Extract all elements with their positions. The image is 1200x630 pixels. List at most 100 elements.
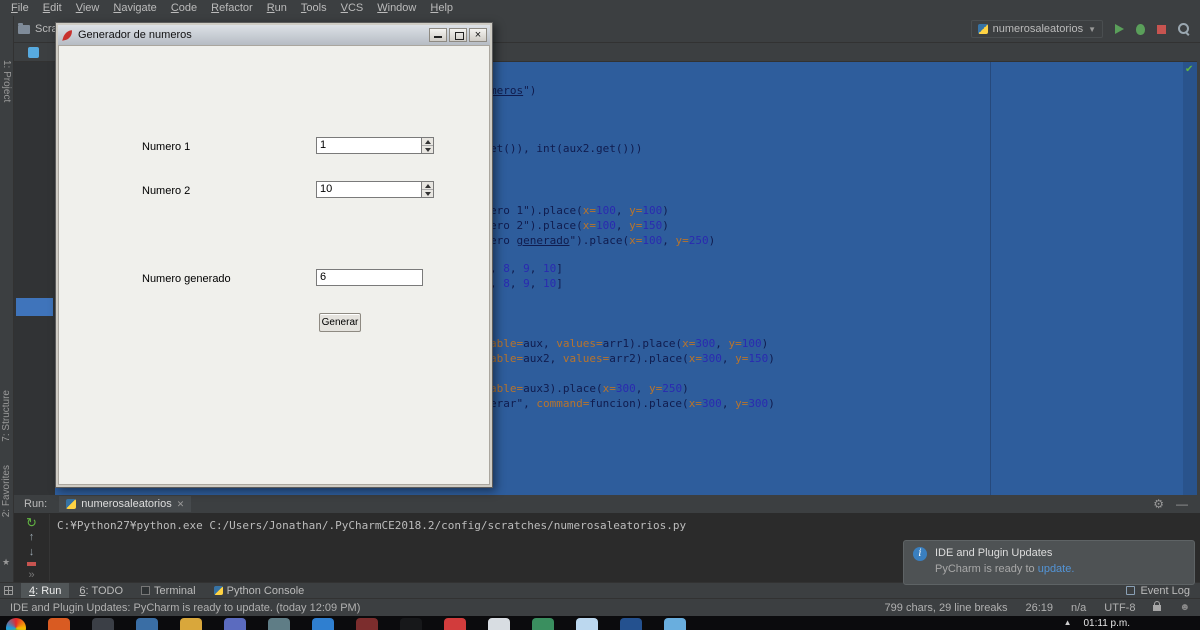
taskbar-icon-start-orb[interactable] [6,618,26,630]
update-link[interactable]: update. [1038,563,1075,575]
spin-down-icon[interactable] [422,190,433,197]
search-icon[interactable] [1178,23,1190,35]
menu-item-tools[interactable]: Tools [294,2,334,14]
taskbar-icon-pycharm[interactable] [532,618,554,630]
tool-button-project[interactable]: 1: Project [1,60,12,102]
generar-button[interactable]: Generar [319,313,361,332]
lock-icon[interactable] [1153,600,1162,611]
menu-item-refactor[interactable]: Refactor [204,2,260,14]
taskbar-icon-opera[interactable] [444,618,466,630]
taskbar-icon-app-azure[interactable] [312,618,334,630]
tool-button-python-console[interactable]: Python Console [206,583,313,599]
taskbar-icon-firefox[interactable] [48,618,70,630]
taskbar-icon-app-sky[interactable] [576,618,598,630]
taskbar-icon-app-lightblue[interactable] [664,618,686,630]
editor-scrollbar[interactable]: ✔ [1183,62,1197,495]
taskbar-icon-app-blue[interactable] [136,618,158,630]
taskbar-icon-app-dark[interactable] [92,618,114,630]
scratch-file-icon[interactable] [28,47,39,58]
code-line: able=aux3).place(x=300, y=250) [490,382,689,395]
debug-button[interactable] [1136,23,1145,35]
notification-body: PyCharm is ready to update. [935,563,1074,575]
event-log-label: Event Log [1140,584,1190,597]
tool-button-6-todo[interactable]: 6: TODO [71,583,131,599]
menu-item-edit[interactable]: Edit [36,2,69,14]
tk-window: Generador de numeros × Numero 1 1 Numero… [55,22,493,488]
taskbar-icon-word[interactable] [224,618,246,630]
spin-up-icon[interactable] [422,138,433,146]
event-log-button[interactable]: Event Log [1126,585,1190,597]
run-tab-label: numerosaleatorios [81,498,172,510]
tk-feather-icon [62,29,72,41]
spinbox-arrows [421,138,433,153]
bottom-tabs: 4: Run 6: TODO Terminal Python Console [21,582,313,599]
menu-item-view[interactable]: View [69,2,107,14]
spin-down-icon[interactable] [422,146,433,153]
taskbar-icon-app-gray[interactable] [268,618,290,630]
rerun-icon[interactable]: ↻ [26,516,37,529]
run-config-icon [977,24,988,34]
tool-windows-icon[interactable] [4,586,13,595]
menu-item-vcs[interactable]: VCS [334,2,371,14]
spin-up-icon[interactable] [422,182,433,190]
down-arrow-icon[interactable]: ↓ [29,547,35,558]
status-item-3[interactable]: UTF-8 [1104,602,1135,614]
close-button[interactable]: × [469,28,487,42]
notification-balloon[interactable]: i IDE and Plugin Updates PyCharm is read… [903,540,1195,585]
gear-icon[interactable]: ⚙ [1153,497,1164,511]
run-config-label: numerosaleatorios [992,23,1084,35]
tool-button-favorites[interactable]: 2: Favorites [1,465,12,517]
tool-button-4-run[interactable]: 4: Run [21,582,70,599]
taskbar-clock[interactable]: 01:11 p.m. [1083,618,1130,629]
close-tab-icon[interactable]: ✕ [177,499,185,510]
tray-arrow-icon[interactable]: ▲ [1064,618,1072,627]
spinbox-numero-2-value: 10 [320,183,333,195]
menu-item-navigate[interactable]: Navigate [106,2,163,14]
spinbox-numero-2[interactable]: 10 [316,181,434,198]
menu-item-file[interactable]: File [4,2,36,14]
hector-inspector-icon[interactable]: ☻ [1179,602,1190,613]
taskbar-icon-app-navy[interactable] [620,618,642,630]
menu-item-help[interactable]: Help [423,2,460,14]
hide-panel-icon[interactable]: — [1176,497,1188,511]
tool-button-structure[interactable]: 7: Structure [1,390,12,442]
inspections-ok-icon[interactable]: ✔ [1185,64,1193,75]
spinbox-numero-1-value: 1 [320,139,327,151]
status-message[interactable]: IDE and Plugin Updates: PyCharm is ready… [10,602,360,614]
up-arrow-icon[interactable]: ↑ [29,532,35,543]
run-button[interactable] [1115,24,1124,34]
tk-window-body: Numero 1 1 Numero 2 10 Numero generado 6… [58,45,490,485]
stop-button[interactable] [1157,24,1166,34]
menu-item-run[interactable]: Run [260,2,294,14]
right-margin-guide [990,62,991,495]
pycharm-window: File Edit View Navigate Code Refactor Run Tools… [0,0,1200,630]
menu-item-window[interactable]: Window [370,2,423,14]
spinbox-numero-1[interactable]: 1 [316,137,434,154]
menu-item-code[interactable]: Code [164,2,204,14]
label-numero-generado: Numero generado [142,273,231,285]
code-line: et()), int(aux2.get())) [490,142,643,155]
status-item-1[interactable]: 26:19 [1025,602,1053,614]
stop-icon[interactable] [27,562,36,566]
gutter-highlight [16,298,53,316]
run-tab[interactable]: numerosaleatorios ✕ [59,496,192,512]
status-item-2[interactable]: n/a [1071,602,1086,614]
tool-button-terminal[interactable]: Terminal [133,583,204,599]
entry-numero-generado[interactable]: 6 [316,269,423,286]
tool-button-label: 6: TODO [79,584,124,597]
breadcrumb[interactable]: Scra [18,22,58,35]
maximize-button[interactable] [449,28,467,42]
console-output[interactable]: C:¥Python27¥python.exe C:/Users/Jonathan… [57,519,1196,532]
taskbar-icon-app-light[interactable] [488,618,510,630]
event-log-icon [1126,586,1136,595]
taskbar-icon-app-dark-red[interactable] [356,618,378,630]
run-config-selector[interactable]: numerosaleatorios ▼ [970,20,1103,38]
tk-title-bar[interactable]: Generador de numeros × [58,25,490,45]
tk-window-controls: × [427,28,487,42]
taskbar-icon-explorer-folder[interactable] [180,618,202,630]
menu-bar: File Edit View Navigate Code Refactor Run Tools… [0,0,1200,16]
taskbar-icon-app-black[interactable] [400,618,422,630]
more-actions-icon[interactable]: » [28,570,34,581]
minimize-button[interactable] [429,28,447,42]
status-bar: IDE and Plugin Updates: PyCharm is ready… [0,598,1200,616]
